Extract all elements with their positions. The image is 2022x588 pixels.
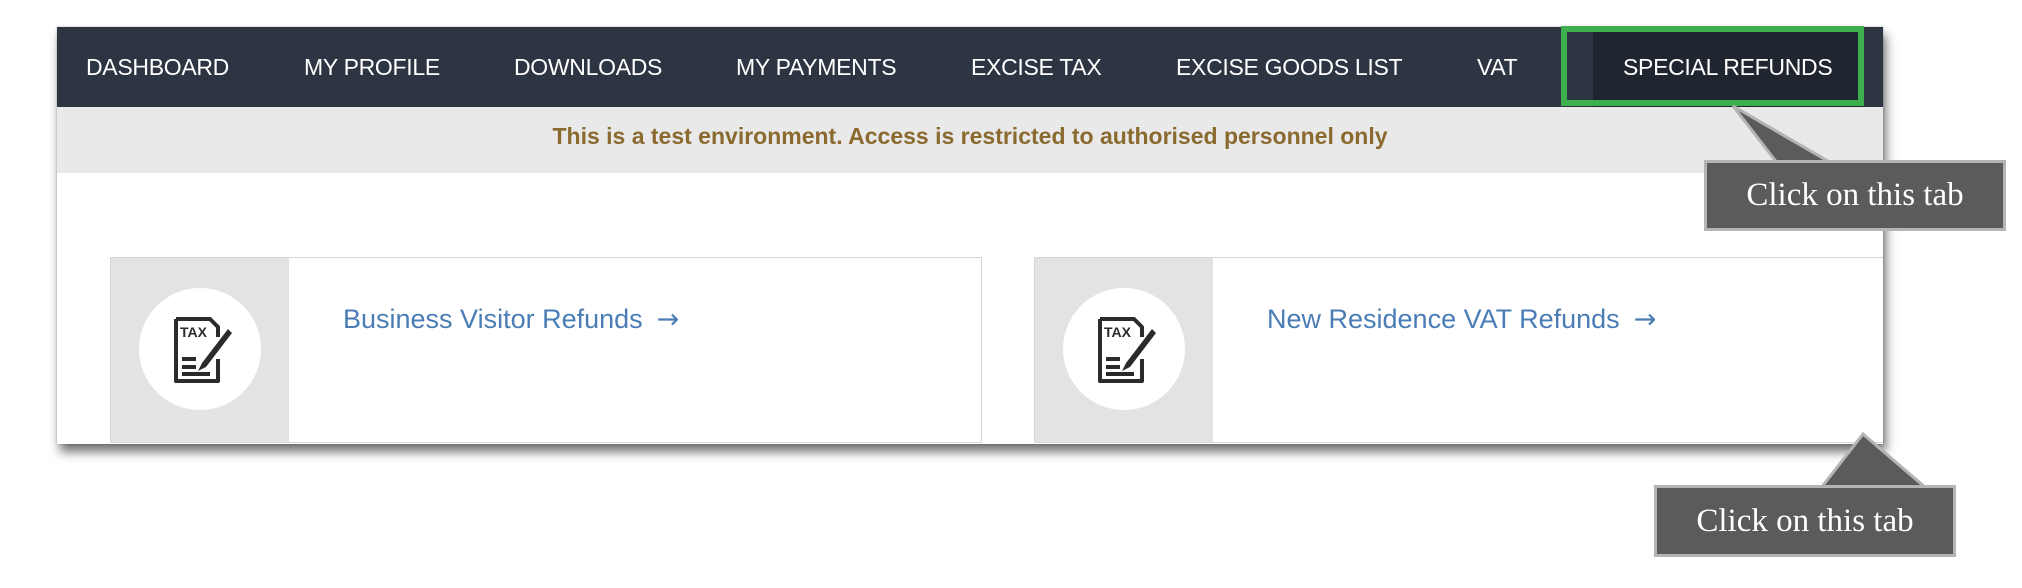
- tax-icon-text: TAX: [1104, 324, 1132, 340]
- tab-highlight-box: [1561, 26, 1864, 106]
- new-residence-vat-refunds-card[interactable]: TAX New Residence VAT Refunds →: [1034, 257, 1883, 443]
- business-visitor-refunds-link[interactable]: Business Visitor Refunds →: [343, 304, 679, 335]
- business-visitor-refunds-card[interactable]: TAX Business Visitor Refunds →: [110, 257, 982, 443]
- page: DASHBOARD MY PROFILE DOWNLOADS MY PAYMEN…: [0, 0, 2022, 588]
- arrow-right-icon: →: [1633, 304, 1657, 335]
- card-icon-box: TAX: [1035, 258, 1213, 442]
- callout-text: Click on this tab: [1696, 503, 1914, 539]
- card-title: New Residence VAT Refunds: [1267, 304, 1620, 334]
- callout-click-tab-1: Click on this tab: [1704, 160, 2006, 231]
- tax-form-icon: TAX: [1063, 288, 1185, 410]
- notice-text: This is a test environment. Access is re…: [552, 123, 1388, 149]
- nav-tab-dashboard[interactable]: DASHBOARD: [86, 27, 229, 107]
- tax-form-icon: TAX: [139, 288, 261, 410]
- tax-icon-text: TAX: [180, 324, 208, 340]
- nav-tab-downloads[interactable]: DOWNLOADS: [514, 27, 662, 107]
- callout-pointer-2: [1817, 431, 1931, 490]
- nav-tab-my-payments[interactable]: MY PAYMENTS: [736, 27, 897, 107]
- card-title: Business Visitor Refunds: [343, 304, 643, 334]
- arrow-right-icon: →: [656, 304, 680, 335]
- test-environment-notice: This is a test environment. Access is re…: [57, 107, 1883, 173]
- nav-tab-vat[interactable]: VAT: [1477, 27, 1518, 107]
- callout-click-tab-2: Click on this tab: [1654, 485, 1956, 557]
- card-icon-box: TAX: [111, 258, 289, 442]
- nav-tab-excise-goods-list[interactable]: EXCISE GOODS LIST: [1176, 27, 1403, 107]
- nav-tab-my-profile[interactable]: MY PROFILE: [304, 27, 440, 107]
- nav-tab-excise-tax[interactable]: EXCISE TAX: [971, 27, 1102, 107]
- new-residence-vat-refunds-link[interactable]: New Residence VAT Refunds →: [1267, 304, 1656, 335]
- callout-text: Click on this tab: [1746, 177, 1964, 213]
